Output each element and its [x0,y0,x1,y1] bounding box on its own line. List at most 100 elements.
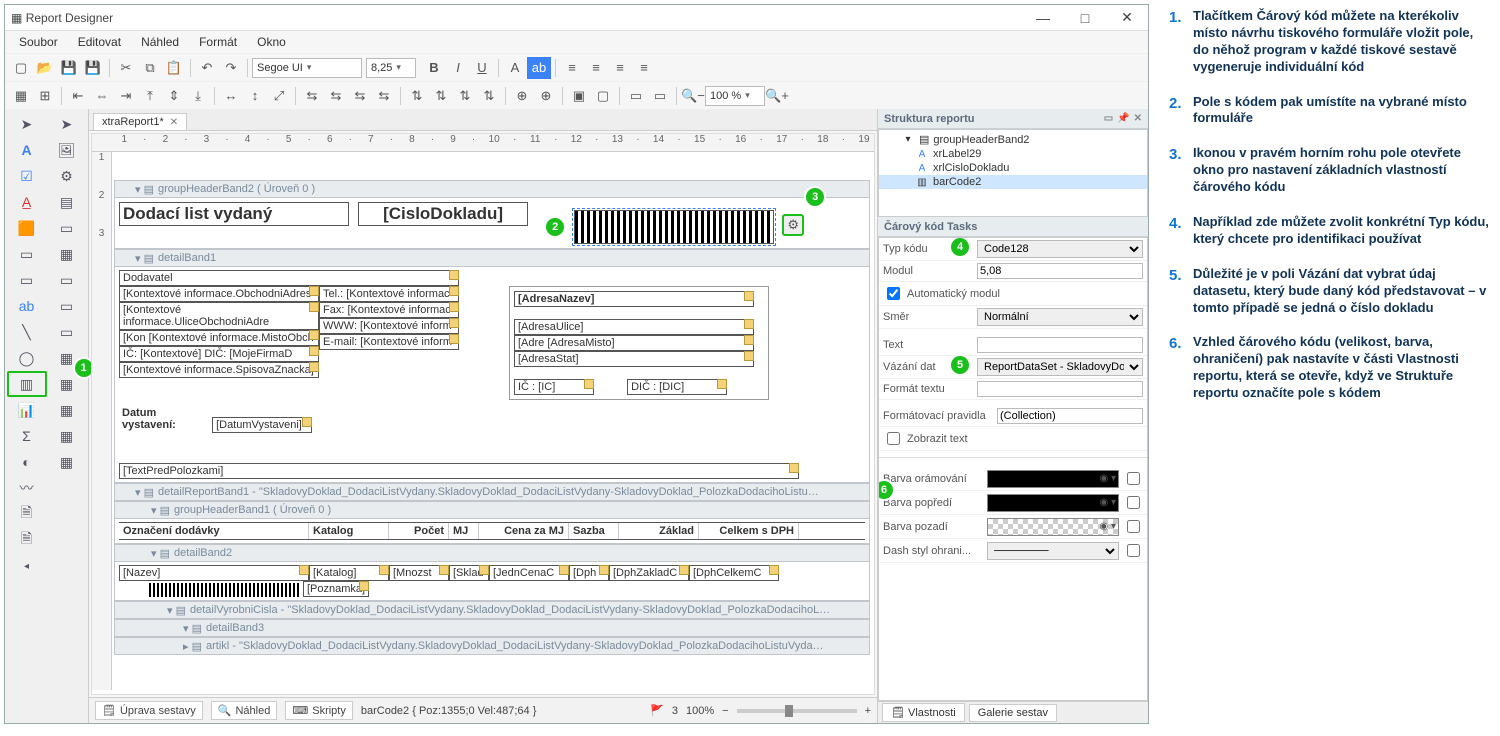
align-l-icon[interactable]: ⇤ [66,85,90,107]
picture2-icon[interactable]: ▭ [47,215,87,241]
zoom-out-icon[interactable]: 🔍− [681,85,705,107]
picture-icon[interactable]: 🟧 [7,215,47,241]
gauge-icon[interactable]: ◐ [7,449,47,475]
zoom-select[interactable]: 100 % [705,86,765,106]
gear-icon[interactable]: ⚙ [47,163,87,189]
field-barcode[interactable] [574,210,774,244]
error-icon[interactable]: 🚩 [650,704,664,717]
field-adresanazev[interactable]: [AdresaNazev] [514,291,754,307]
undo-icon[interactable]: ↶ [195,57,219,79]
field-textpredpolozkami[interactable]: [TextPredPolozkami] [119,463,799,479]
copy-icon[interactable]: ⧉ [138,57,162,79]
vspacing2-icon[interactable]: ⇅ [429,85,453,107]
panel-pin-icon[interactable]: 📌 [1117,113,1129,124]
zoom-in-icon[interactable]: 🔍+ [765,85,789,107]
underline-icon[interactable]: U [470,57,494,79]
pointer2-icon[interactable]: ➤ [47,111,87,137]
barcode-tool-icon[interactable]: ▥ [7,371,47,397]
new-icon[interactable]: ▢ [9,57,33,79]
swatch-bordercolor[interactable]: ◉ ▾ [987,470,1119,488]
panel-icon[interactable]: ▭ [7,241,47,267]
menu-format[interactable]: Formát [189,33,247,51]
sigma-icon[interactable]: Σ [7,423,47,449]
snap-icon[interactable]: ⊞ [33,85,57,107]
label-datum[interactable]: Datum vystavení: [119,406,209,432]
statustab-scripts[interactable]: ⌨ Skripty [285,701,353,720]
label-icon[interactable]: A [7,137,47,163]
field-k4[interactable]: IČ: [Kontextové] DIČ: [MojeFirmaD [119,346,319,362]
tab-galerie[interactable]: Galerie sestav [969,704,1057,722]
window-close-button[interactable]: ✕ [1106,5,1148,31]
band-detailvyrobnicisla[interactable]: ▾ ▤ detailVyrobniCisla - "SkladovyDoklad… [114,601,870,619]
line-icon[interactable]: ╲ [7,319,47,345]
cut-icon[interactable]: ✂ [114,57,138,79]
redo-icon[interactable]: ↷ [219,57,243,79]
menu-file[interactable]: Soubor [9,33,68,51]
bold-icon[interactable]: B [422,57,446,79]
align-right-icon[interactable]: ≡ [608,57,632,79]
field-k1[interactable]: [Kontextové informace.ObchodniAdres [119,286,319,302]
align-t-icon[interactable]: ⤒ [138,85,162,107]
save-all-icon[interactable]: 💾 [81,57,105,79]
design-surface[interactable]: 1·2·3·4·5·6·7·8·9·10·11·12·13·14·15·16·1… [91,133,875,695]
menu-edit[interactable]: Editovat [68,33,131,51]
zoom-slider[interactable] [737,709,857,713]
hspacing2-icon[interactable]: ⇆ [324,85,348,107]
richtext-icon[interactable]: A̲ [7,189,47,215]
send-back-icon[interactable]: ▢ [591,85,615,107]
field-adresastat[interactable]: [AdresaStat] [514,351,754,367]
image-icon[interactable]: 🖼 [47,137,87,163]
swatch-forecolor[interactable]: ◉ ▾ [987,494,1119,512]
field-zaklad[interactable]: [DphZakladC [609,565,689,581]
font-color-icon[interactable]: A [503,57,527,79]
band-detail2[interactable]: ▾ ▤ detailBand2 [114,544,870,562]
italic-icon[interactable]: I [446,57,470,79]
band-artikl[interactable]: ▸ ▤ artikl - "SkladovyDoklad_DodaciListV… [114,637,870,655]
align-left-icon[interactable]: ≡ [560,57,584,79]
select-typ-kodu[interactable]: Code128 [977,240,1143,258]
tree-xrlcislodokladu[interactable]: AxrlCisloDokladu [879,161,1147,175]
checkbox-automodul[interactable] [887,287,900,300]
field-dic[interactable]: DIČ : [DIC] [627,379,727,395]
grid3-icon[interactable]: ▦ [47,449,87,475]
align-justify-icon[interactable]: ≡ [632,57,656,79]
center-v-icon[interactable]: ⊕ [534,85,558,107]
tree-xrlabel29[interactable]: AxrLabel29 [879,147,1147,161]
doc-icon[interactable]: 🗎 [7,501,47,527]
check-backcolor[interactable] [1127,520,1140,533]
close-tab-icon[interactable]: ✕ [170,117,178,128]
check-forecolor[interactable] [1127,496,1140,509]
field-k2[interactable]: [Kontextové informace.UliceObchodniAdre [119,302,319,330]
check-dashstyle[interactable] [1127,544,1140,557]
field-k4b[interactable]: E-mail: [Kontextové inform [319,334,459,350]
vspacing4-icon[interactable]: ⇅ [477,85,501,107]
font-size-select[interactable]: 8,25 [366,58,416,78]
field-adresaulice[interactable]: [AdresaUlice] [514,319,754,335]
field-sklad[interactable]: [Sklad [449,565,489,581]
hspacing3-icon[interactable]: ⇆ [348,85,372,107]
report-structure-tree[interactable]: ▾▤ groupHeaderBand2 AxrLabel29 AxrlCislo… [878,129,1148,217]
checkbox-showtext[interactable] [887,432,900,445]
barcode-smarttag-icon[interactable]: ⚙ [782,214,804,236]
sparkline-icon[interactable]: 〰 [7,475,47,501]
vspacing3-icon[interactable]: ⇅ [453,85,477,107]
field-jedncena[interactable]: [JednCenaC [489,565,569,581]
field-celkem[interactable]: [DphCelkemC [689,565,779,581]
select-dashstyle[interactable]: ─────── [987,542,1119,560]
panel-close-icon[interactable]: ✕ [1134,113,1142,124]
checkbox-icon[interactable]: ☑ [7,163,47,189]
grid-icon[interactable]: ▦ [9,85,33,107]
paste-icon[interactable]: 📋 [162,57,186,79]
align-m-icon[interactable]: ⇕ [162,85,186,107]
group-icon[interactable]: ▭ [624,85,648,107]
same-w-icon[interactable]: ↔ [219,85,243,107]
field-nazev[interactable]: [Nazev] [119,565,309,581]
field-adresamisto[interactable]: [Adre [AdresaMisto] [514,335,754,351]
statustab-design[interactable]: 🗒 Úprava sestavy [95,701,203,720]
chart-icon[interactable]: 📊 [7,397,47,423]
band-groupheader1[interactable]: ▾ ▤ groupHeaderBand1 ( Úroveň 0 ) [114,501,870,519]
field-row-barcode[interactable] [149,583,299,597]
field-title[interactable]: Dodací list vydaný [119,202,349,226]
table-icon[interactable]: ▦ [47,241,87,267]
align-center-icon[interactable]: ≡ [584,57,608,79]
